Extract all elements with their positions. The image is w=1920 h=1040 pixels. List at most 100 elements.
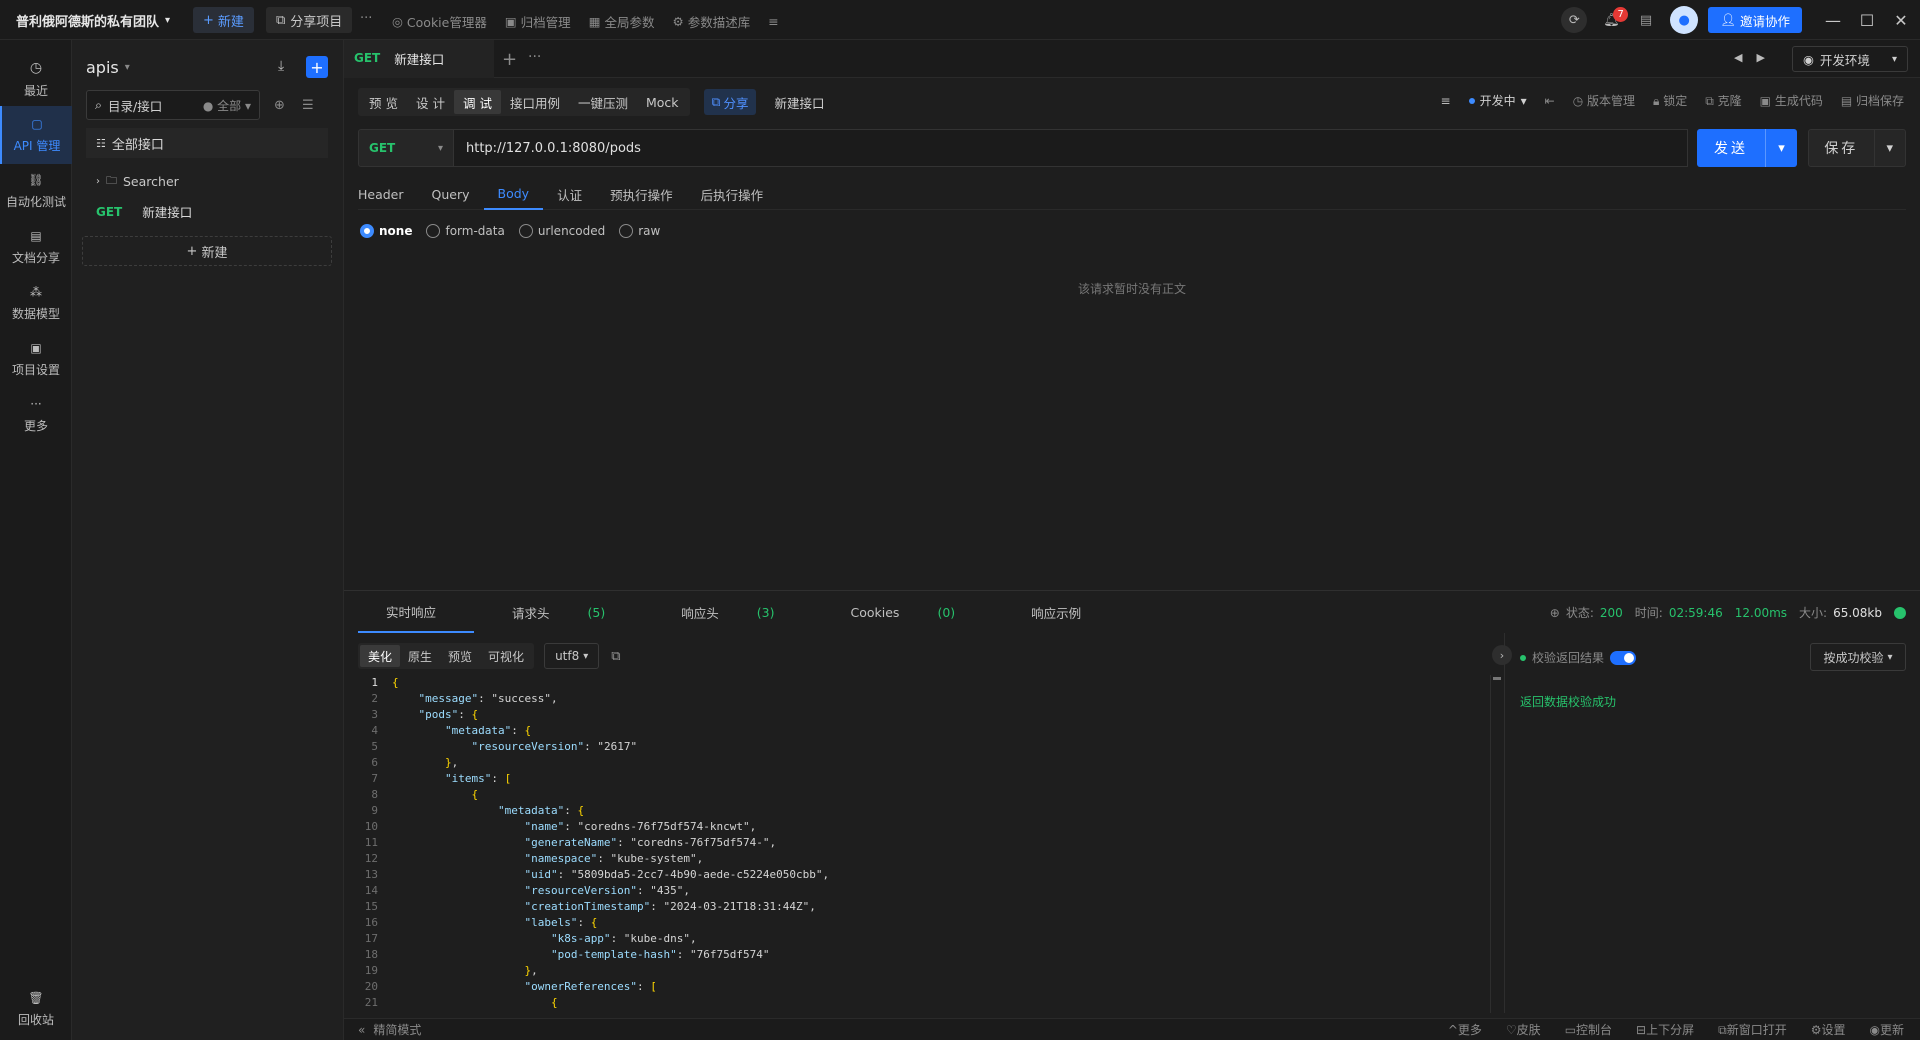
nav-more[interactable]: ··· 更多 (0, 386, 72, 444)
nav-recent[interactable]: ◷ 最近 (0, 50, 72, 108)
sb-console[interactable]: ▭控制台 (1565, 1021, 1612, 1038)
encoding-select[interactable]: utf8 ▾ (544, 643, 600, 669)
radio-none[interactable]: none (360, 224, 412, 238)
sb-settings[interactable]: ⚙设置 (1811, 1021, 1846, 1038)
top-nav-global-params[interactable]: ▦ 全局参数 (589, 12, 655, 31)
resp-tab-cookies[interactable]: Cookies (0) (822, 591, 993, 633)
notification-bell[interactable]: 🔔︎ 7 (1603, 6, 1628, 28)
history-icon[interactable]: ⇤ (1545, 94, 1555, 108)
format-icon[interactable]: ≡ (1441, 94, 1451, 108)
resp-tab-resp-headers[interactable]: 响应头 (3) (653, 591, 812, 633)
tree-search[interactable]: ⌕ 目录/接口 ● 全部 ▾ (86, 90, 260, 120)
gen-code-button[interactable]: ▣ 生成代码 (1760, 92, 1823, 109)
scrollbar-thumb[interactable] (1493, 677, 1501, 680)
request-tab[interactable]: GET 新建接口 (344, 40, 494, 78)
mode-preview[interactable]: 预 览 (360, 90, 407, 114)
add-tab-icon[interactable]: + (502, 49, 517, 70)
save-dropdown-icon[interactable]: ▾ (1873, 130, 1905, 166)
locate-icon[interactable]: ⊕ (274, 98, 285, 113)
nav-doc-share[interactable]: ▤ 文档分享 (0, 218, 72, 276)
resp-tab-examples[interactable]: 响应示例 (1003, 591, 1119, 633)
sb-new-window[interactable]: ⧉新窗口打开 (1718, 1021, 1787, 1038)
resp-tab-realtime[interactable]: 实时响应 (358, 591, 475, 633)
method-select[interactable]: GET ▾ (358, 129, 454, 167)
tab-header[interactable]: Header (358, 178, 418, 210)
mode-mock[interactable]: Mock (637, 90, 688, 114)
search-input[interactable]: 目录/接口 (108, 96, 162, 115)
tab-query[interactable]: Query (432, 178, 484, 210)
expand-icon[interactable]: ≡ (768, 12, 778, 31)
tab-post-script[interactable]: 后执行操作 (701, 178, 778, 210)
top-nav-archive[interactable]: ▣ 归档管理 (505, 12, 571, 31)
filter-dropdown[interactable]: ● 全部 ▾ (203, 97, 251, 114)
resp-tab-req-headers[interactable]: 请求头 (5) (484, 591, 643, 633)
invite-button[interactable]: 👤︎ 邀请协作 (1708, 7, 1802, 33)
api-name[interactable]: 新建接口 (774, 93, 824, 112)
add-api-button[interactable]: + (306, 56, 328, 78)
view-preview[interactable]: 预览 (440, 645, 480, 667)
panel-divider[interactable] (1504, 633, 1505, 1013)
radio-raw[interactable]: raw (619, 224, 660, 238)
tree-request-item[interactable]: GET 新建接口 (96, 202, 192, 221)
save-button[interactable]: 保存 ▾ (1808, 129, 1906, 167)
mode-design[interactable]: 设 计 (407, 90, 454, 114)
top-nav-cookie[interactable]: ◎ Cookie管理器 (392, 12, 487, 31)
tab-more-icon[interactable]: ··· (528, 49, 541, 65)
sync-icon[interactable]: ⟳ (1561, 7, 1588, 33)
sb-more[interactable]: ^更多 (1448, 1021, 1482, 1038)
status-dropdown[interactable]: 开发中 ▾ (1468, 92, 1527, 109)
minimize-icon[interactable]: — (1816, 0, 1850, 40)
mode-stress[interactable]: 一键压测 (569, 90, 637, 114)
version-button[interactable]: ◷ 版本管理 (1573, 92, 1635, 109)
new-button[interactable]: + 新建 (193, 7, 254, 33)
validate-toggle[interactable] (1610, 650, 1637, 665)
more-menu-button[interactable]: ··· (360, 11, 372, 26)
sb-split[interactable]: ⊟上下分屏 (1636, 1021, 1694, 1038)
share-button[interactable]: ⧉ 分享 (703, 89, 757, 115)
url-input[interactable]: http://127.0.0.1:8080/pods (454, 129, 1688, 167)
sort-icon[interactable]: ☰ (302, 98, 314, 113)
team-selector[interactable]: 普利俄阿德斯的私有团队 ▾ (16, 11, 170, 30)
radio-form-data[interactable]: form-data (426, 224, 505, 238)
close-icon[interactable]: ✕ (1884, 0, 1918, 40)
sb-skin[interactable]: ♡皮肤 (1506, 1021, 1541, 1038)
archive-save-button[interactable]: ▤ 归档保存 (1841, 92, 1904, 109)
mode-debug[interactable]: 调 试 (453, 90, 501, 114)
view-pretty[interactable]: 美化 (360, 645, 401, 667)
radio-urlencoded[interactable]: urlencoded (518, 224, 605, 238)
clone-button[interactable]: ⧉ 克隆 (1705, 92, 1741, 109)
avatar[interactable]: ● (1670, 6, 1699, 34)
nav-auto-test[interactable]: ⛓ 自动化测试 (0, 162, 72, 220)
nav-data-model[interactable]: ⁂ 数据模型 (0, 274, 72, 332)
mode-cases[interactable]: 接口用例 (501, 90, 569, 114)
import-icon[interactable]: ⤓ (278, 58, 284, 74)
collapse-icon[interactable]: › (1492, 645, 1512, 665)
code-scrollbar[interactable] (1490, 675, 1501, 1013)
top-nav-param-library[interactable]: ⚙ 参数描述库 (673, 12, 751, 31)
share-project-button[interactable]: ⧉ 分享项目 (266, 7, 353, 33)
tab-auth[interactable]: 认证 (557, 178, 596, 210)
send-dropdown-icon[interactable]: ▾ (1765, 129, 1797, 167)
compact-mode-toggle[interactable]: « 精简模式 (358, 1021, 421, 1038)
response-code-editor[interactable]: 1{2 "message": "success", 3 "pods": {4 "m… (358, 675, 1536, 1013)
sb-update[interactable]: ◉更新 (1870, 1021, 1905, 1038)
tree-folder[interactable]: › 🗀 Searcher (96, 172, 179, 191)
tab-pre-script[interactable]: 预执行操作 (610, 178, 687, 210)
lock-button[interactable]: 🔒︎ 锁定 (1653, 92, 1687, 109)
all-apis-item[interactable]: ☷ 全部接口 (86, 128, 328, 158)
tab-body[interactable]: Body (483, 178, 544, 210)
view-visual[interactable]: 可视化 (480, 645, 532, 667)
environment-select[interactable]: ◉ 开发环境 ▾ (1792, 46, 1908, 72)
nav-trash[interactable]: 🗑︎ 回收站 (0, 980, 72, 1038)
tree-new-button[interactable]: + 新建 (82, 236, 332, 266)
validate-mode-select[interactable]: 按成功校验 ▾ (1810, 643, 1906, 671)
tab-prev-icon[interactable]: ◀ (1734, 51, 1742, 64)
tab-next-icon[interactable]: ▶ (1756, 51, 1764, 64)
send-button[interactable]: 发送 ▾ (1697, 129, 1797, 167)
nav-project-settings[interactable]: ▣ 项目设置 (0, 330, 72, 388)
maximize-icon[interactable]: ☐ (1850, 0, 1884, 40)
project-selector[interactable]: apis ▾ (86, 58, 130, 77)
copy-icon[interactable]: ⧉ (611, 649, 620, 664)
view-raw[interactable]: 原生 (400, 645, 440, 667)
task-icon[interactable]: ▤ (1640, 13, 1652, 28)
